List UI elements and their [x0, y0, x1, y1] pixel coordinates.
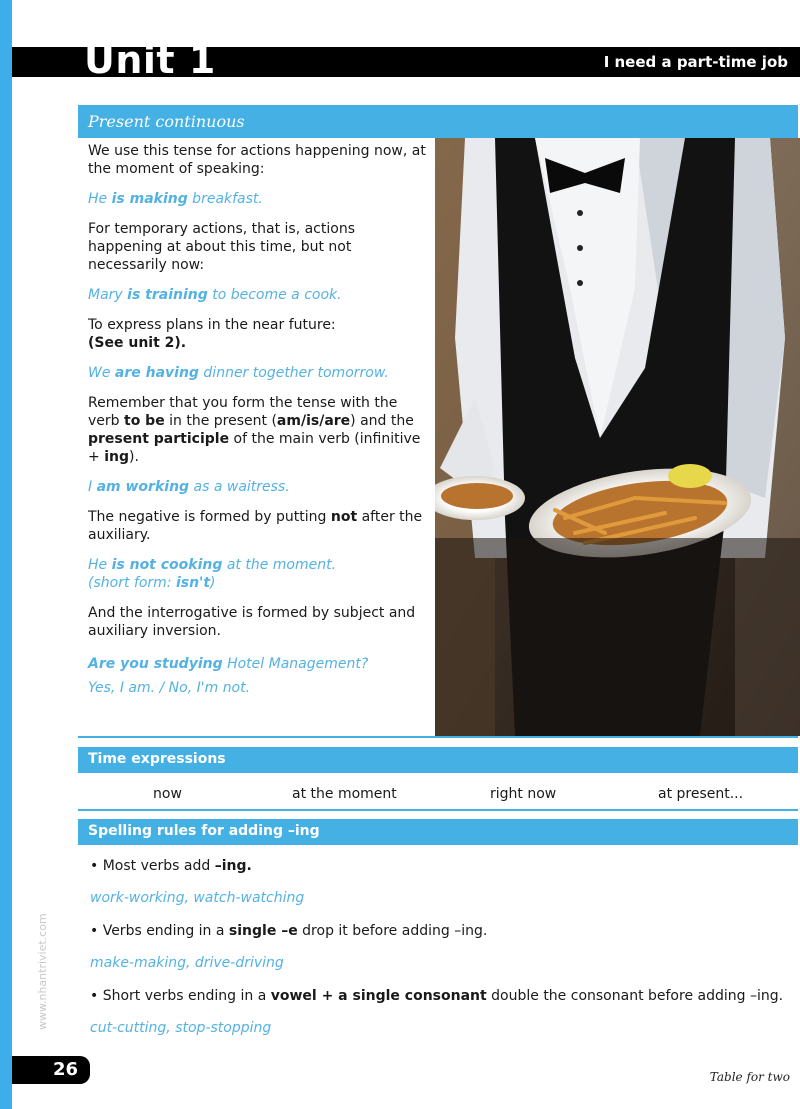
watermark-text: www.nhantriviet.com [36, 913, 49, 1030]
spelling-rule: • Verbs ending in a single –e drop it be… [90, 923, 488, 939]
example-sentence: Mary is training to become a cook. [88, 287, 342, 303]
time-expression: at the moment [292, 786, 397, 802]
left-accent-strip [0, 0, 12, 1109]
example-sentence: He is not cooking at the moment. (short f… [88, 557, 337, 591]
spelling-example: cut-cutting, stop-stopping [90, 1020, 272, 1036]
example-sentence: Are you studying Hotel Management? Yes, I… [88, 656, 369, 696]
explanation-paragraph: And the interrogative is formed by subje… [88, 605, 416, 639]
example-sentence: He is making breakfast. [88, 191, 263, 207]
section-divider [78, 809, 798, 811]
section-header-present-continuous: Present continuous [78, 105, 798, 138]
section-title: Present continuous [88, 112, 245, 131]
section-divider [78, 736, 798, 738]
explanation-paragraph: We use this tense for actions happening … [88, 143, 426, 177]
time-expression: now [153, 786, 182, 802]
time-expression: at present... [658, 786, 744, 802]
explanation-paragraph: The negative is formed by putting not af… [88, 509, 423, 543]
spelling-rule: • Most verbs add –ing. [90, 858, 252, 874]
waiter-photo-illustration [435, 138, 800, 736]
section-header-spelling-rules: Spelling rules for adding –ing [78, 819, 798, 845]
unit-title: Unit 1 [84, 38, 216, 82]
spelling-rule: • Short verbs ending in a vowel + a sing… [90, 988, 784, 1004]
spelling-example: work-working, watch-watching [90, 890, 305, 906]
section-header-time-expressions: Time expressions [78, 747, 798, 773]
example-sentence: We are having dinner together tomorrow. [88, 365, 389, 381]
explanation-paragraph: To express plans in the near future: (See… [88, 317, 336, 351]
page-number: 26 [12, 1056, 90, 1084]
spelling-example: make-making, drive-driving [90, 955, 284, 971]
waiter-photo [435, 138, 800, 736]
section-title: Time expressions [88, 751, 226, 767]
example-sentence: I am working as a waitress. [88, 479, 290, 495]
section-title: Spelling rules for adding –ing [88, 823, 320, 839]
footer-title: Table for two [709, 1070, 790, 1084]
grammar-explanation: We use this tense for actions happening … [88, 142, 428, 700]
explanation-paragraph: Remember that you form the tense with th… [88, 395, 421, 465]
time-expression: right now [490, 786, 557, 802]
explanation-paragraph: For temporary actions, that is, actions … [88, 221, 355, 273]
unit-subtitle: I need a part-time job [603, 53, 788, 71]
